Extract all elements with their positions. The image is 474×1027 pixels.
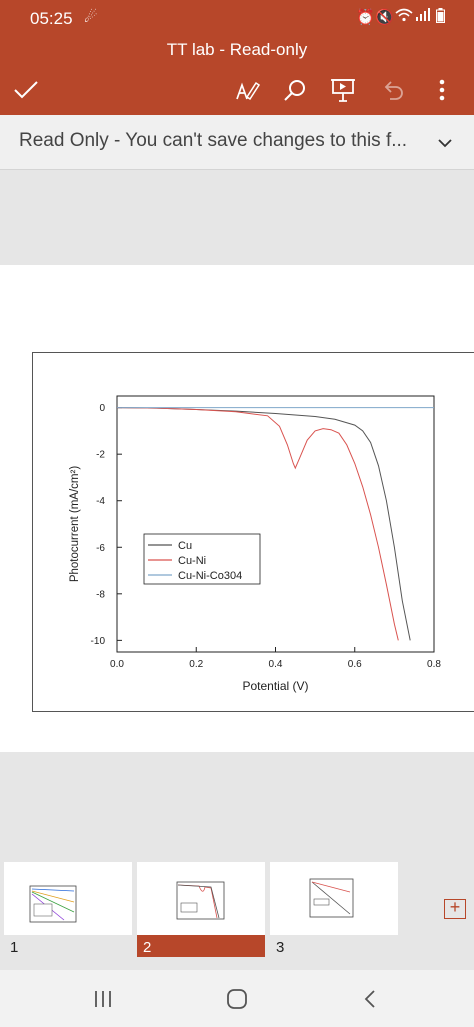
back-icon: [364, 990, 375, 1008]
legend-label-2: Cu-Ni-Co304: [178, 570, 242, 582]
plus-icon: +: [449, 897, 461, 917]
y-tick-label-4: -8: [96, 589, 105, 600]
recent-apps-icon: [95, 991, 111, 1007]
y-tick-label-5: -10: [91, 636, 106, 647]
done-button[interactable]: [6, 70, 46, 110]
slide-thumbnail-strip: 1 2 3 +: [0, 845, 474, 970]
slide-canvas[interactable]: 0.0 0.2 0.4 0.6 0.8 0 -2 -4 -6 -8 -10 Potential (V)…: [0, 265, 474, 752]
series-line-0: [116, 407, 411, 641]
slide-thumbnail-3[interactable]: [270, 862, 398, 935]
chart-frame: 0.0 0.2 0.4 0.6 0.8 0 -2 -4 -6 -8 -10 Potential (V)…: [32, 352, 474, 712]
thumbnail-3-preview: [309, 878, 354, 918]
slide-thumbnail-2[interactable]: [137, 862, 265, 935]
document-title: TT lab - Read-only: [166, 40, 308, 59]
x-tick-label-4: 0.8: [427, 659, 441, 670]
checkmark-icon: [14, 81, 38, 99]
recent-apps-button[interactable]: [83, 982, 123, 1016]
search-button[interactable]: [275, 70, 315, 110]
legend-label-0: Cu: [178, 540, 192, 552]
legend-label-1: Cu-Ni: [178, 555, 206, 567]
slide-number-2: 2: [143, 939, 152, 956]
app-bar: 05:25 ☄ ⏰ 🔇 TT lab - Read-only: [0, 0, 474, 115]
undo-button[interactable]: [373, 70, 413, 110]
back-button[interactable]: [350, 982, 390, 1016]
undo-icon: [384, 81, 403, 100]
notification-icon: ☄: [84, 9, 98, 26]
x-axis-label: Potential (V): [242, 679, 308, 693]
alarm-icon: ⏰: [356, 9, 375, 26]
y-axis-label: Photocurrent (mA/cm²): [69, 466, 81, 582]
pen-icon: [236, 81, 260, 101]
status-bar: 05:25 ☄ ⏰ 🔇: [0, 0, 474, 38]
x-tick-label-1: 0.2: [189, 659, 203, 670]
battery-icon: [436, 8, 445, 27]
read-only-banner[interactable]: Read Only - You can't save changes to th…: [0, 115, 474, 170]
x-tick-label-3: 0.6: [348, 659, 362, 670]
more-vertical-icon: [439, 79, 445, 101]
y-tick-label-0: 0: [99, 403, 105, 414]
chevron-down-icon[interactable]: [438, 135, 452, 153]
thumbnail-2-preview: [176, 881, 225, 920]
y-tick-label-1: -2: [96, 450, 105, 461]
status-time: 05:25: [30, 9, 73, 28]
home-icon: [227, 989, 247, 1009]
slide-number-1: 1: [10, 939, 19, 956]
signal-icon: [416, 8, 430, 25]
wifi-icon: [395, 8, 413, 26]
slide-number-3: 3: [276, 939, 285, 956]
present-button[interactable]: [323, 70, 363, 110]
draw-button[interactable]: [227, 70, 267, 110]
x-tick-label-2: 0.4: [269, 659, 283, 670]
x-tick-label-0: 0.0: [110, 659, 124, 670]
presentation-icon: [331, 79, 355, 102]
mute-icon: 🔇: [375, 9, 394, 26]
banner-text: Read Only - You can't save changes to th…: [19, 130, 408, 151]
y-tick-label-3: -6: [96, 543, 105, 554]
thumbnail-1-preview: [29, 885, 77, 923]
system-navigation-bar: [0, 970, 474, 1027]
photocurrent-chart: 0.0 0.2 0.4 0.6 0.8 0 -2 -4 -6 -8 -10 Potential (V)…: [69, 395, 441, 693]
series-line-1: [116, 407, 399, 641]
y-tick-label-2: -4: [96, 496, 105, 507]
selected-slide-indicator: [137, 935, 265, 957]
search-icon: [284, 80, 305, 101]
home-button[interactable]: [217, 982, 257, 1016]
more-options-button[interactable]: [422, 70, 462, 110]
plot-area: [116, 395, 435, 653]
slide-thumbnail-1[interactable]: [4, 862, 132, 935]
add-slide-button[interactable]: +: [444, 897, 466, 919]
